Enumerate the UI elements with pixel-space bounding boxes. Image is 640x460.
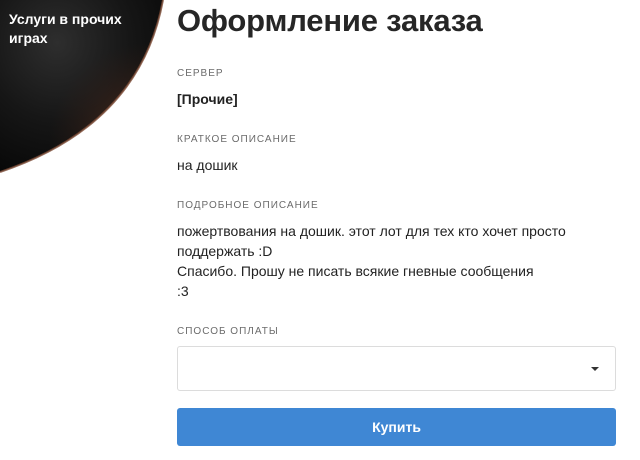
- chevron-down-icon: [591, 367, 599, 371]
- full-description: пожертвования на дошик. этот лот для тех…: [177, 221, 617, 301]
- order-page: Услуги в прочих играх Оформление заказа …: [0, 0, 640, 460]
- full-description-line: Спасибо. Прошу не писать всякие гневные …: [177, 263, 534, 279]
- server-value: [Прочие]: [177, 91, 238, 107]
- full-description-line: пожертвования на дошик. этот лот для тех…: [177, 223, 566, 239]
- full-description-label: ПОДРОБНОЕ ОПИСАНИЕ: [177, 200, 319, 211]
- full-description-line: поддержать :D: [177, 243, 273, 259]
- category-title[interactable]: Услуги в прочих играх: [9, 10, 149, 48]
- category-banner[interactable]: Услуги в прочих играх: [0, 0, 175, 175]
- short-description-label: КРАТКОЕ ОПИСАНИЕ: [177, 134, 297, 145]
- payment-method-label: СПОСОБ ОПЛАТЫ: [177, 326, 279, 337]
- page-title: Оформление заказа: [177, 3, 483, 38]
- payment-method-select[interactable]: [177, 346, 616, 391]
- buy-button[interactable]: Купить: [177, 408, 616, 446]
- server-label: СЕРВЕР: [177, 68, 224, 79]
- full-description-line: :3: [177, 283, 189, 299]
- short-description-value: на дошик: [177, 157, 238, 173]
